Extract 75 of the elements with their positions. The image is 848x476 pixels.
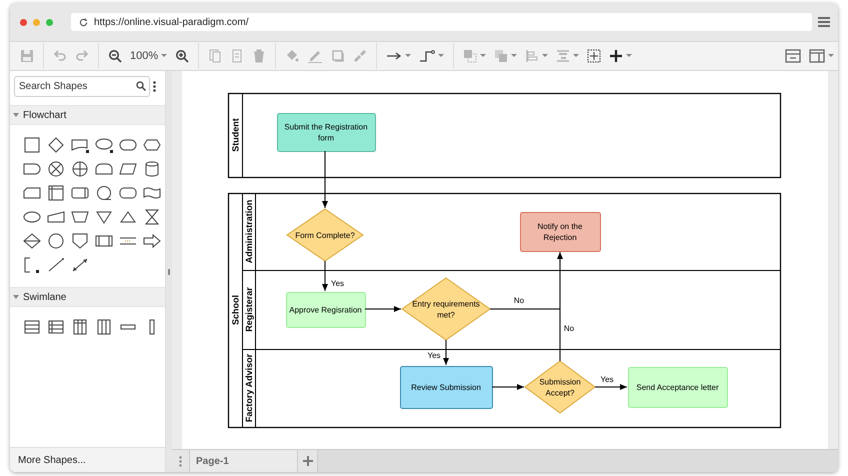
close-dot[interactable] [20,18,27,26]
url-text: https://online.visual-paradigm.com/ [94,16,248,28]
card-shape-icon[interactable] [22,185,42,201]
predefined-process-shape-icon[interactable] [94,233,114,249]
hexagon-shape-icon[interactable] [142,137,162,153]
resize-handle[interactable] [168,268,170,274]
connector-label: No [564,324,574,333]
pool-label: School [230,295,240,325]
delay-shape-icon[interactable] [94,161,114,177]
reload-icon[interactable] [80,18,88,26]
section-header[interactable]: Swimlane [10,287,165,307]
decision-node: Form Complete? [286,208,364,262]
lane-label: Factory Advisor [244,354,254,422]
decision-node: Submission Accept? [524,360,596,414]
oval-shape-icon[interactable] [22,209,42,225]
more-shapes-link[interactable]: More Shapes... [18,454,86,466]
ellipse-shape-icon[interactable] [94,137,114,153]
search-field[interactable]: Search Shapes [14,76,150,97]
triangle-shape-icon[interactable] [118,209,138,225]
search-icon[interactable] [136,81,146,91]
maximize-dot[interactable] [46,18,53,26]
tape-shape-icon[interactable] [142,185,162,201]
line-shape-icon[interactable] [46,257,66,273]
diamond-shape-icon[interactable] [46,137,66,153]
rounded-rectangle-shape-icon[interactable] [118,137,138,153]
process-node: Send Acceptance letter [628,367,728,408]
double-arrow-line-icon[interactable] [70,257,90,273]
triangle-down-shape-icon[interactable] [94,209,114,225]
zoom-level[interactable]: 100% [130,46,158,66]
page-menu-button[interactable] [172,450,190,472]
hourglass-shape-icon[interactable] [142,209,162,225]
arrow-shape-icon[interactable] [142,233,162,249]
parallelogram-shape-icon[interactable] [118,161,138,177]
internal-storage-shape-icon[interactable] [46,185,66,201]
address-bar[interactable]: https://online.visual-paradigm.com/ [70,13,812,31]
page-tab[interactable]: Page-1 [190,450,297,472]
connector-arrow [492,384,524,390]
tape-circle-shape-icon[interactable] [94,185,114,201]
horizontal-pool-icon[interactable] [22,319,42,335]
bracket-shape-icon[interactable] [22,257,42,273]
decision-node: Entry requirements met? [401,277,491,341]
more-options-icon[interactable] [153,81,156,92]
pool-label: Student [230,118,240,152]
circle-x-shape-icon[interactable] [46,161,66,177]
process-node: Approve Regisration [286,292,366,328]
circle-shape-icon[interactable] [46,233,66,249]
connector-label: Yes [427,351,441,360]
connector-label: Yes [331,279,344,288]
horizontal-lanes-icon[interactable] [46,319,66,335]
off-page-shape-icon[interactable] [70,233,90,249]
document-shape-icon[interactable] [70,137,90,153]
lane-label: Administration [244,200,254,264]
process-node: Notify on the Rejection [520,212,601,252]
connector-arrow [443,340,449,366]
circle-plus-shape-icon[interactable] [70,161,90,177]
process-node: Review Submission [400,366,493,409]
process-shape-icon[interactable] [70,185,90,201]
manual-operation-shape-icon[interactable] [118,185,138,201]
connector-arrow [322,150,328,208]
menu-icon[interactable] [818,17,830,27]
square-shape-icon[interactable] [22,137,42,153]
connector-label: No [514,296,524,305]
manual-input-shape-icon[interactable] [46,209,66,225]
lane-label: Registerar [244,287,254,332]
connector-arrow [364,306,402,312]
connector-arrow [594,384,628,390]
minimize-dot[interactable] [32,18,40,26]
terminator-shape-icon[interactable] [22,161,42,177]
section-header[interactable]: Flowchart [10,105,165,125]
add-page-button[interactable] [297,450,318,472]
connector-arrow [322,260,328,292]
trapezoid-shape-icon[interactable] [70,209,90,225]
sort-shape-icon[interactable] [22,233,42,249]
connector-label: Yes [600,375,614,384]
process-node: Submit the Registration form [277,113,376,152]
